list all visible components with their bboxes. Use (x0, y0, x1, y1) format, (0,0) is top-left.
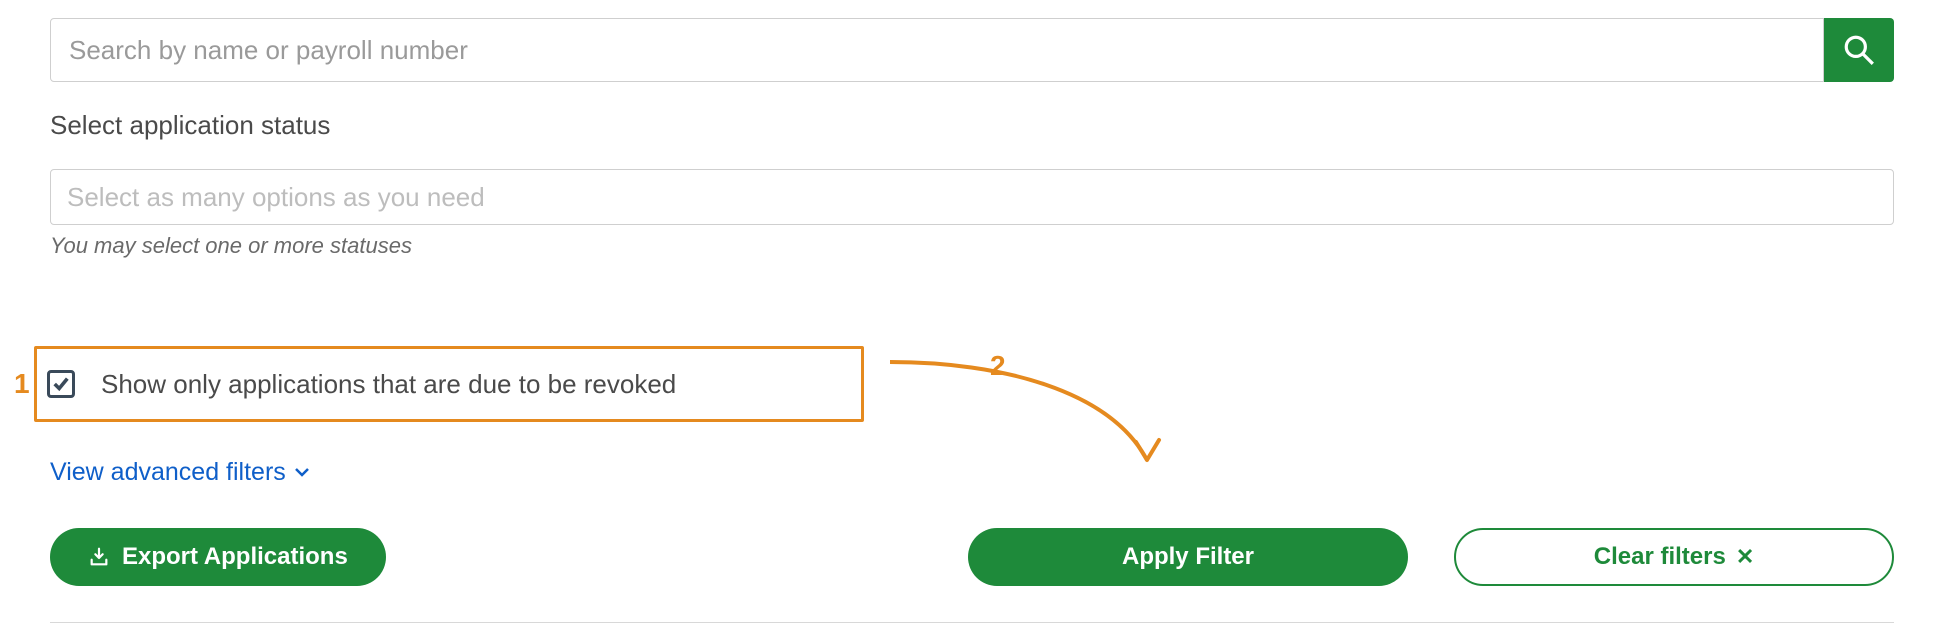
revoked-checkbox-label: Show only applications that are due to b… (101, 369, 676, 400)
export-applications-button[interactable]: Export Applications (50, 528, 386, 586)
annotation-marker-1: 1 (14, 368, 30, 400)
chevron-down-icon (294, 456, 310, 485)
action-button-row: Export Applications Apply Filter Clear f… (50, 528, 1894, 586)
clear-filters-button[interactable]: Clear filters ✕ (1454, 528, 1894, 586)
status-section-label: Select application status (50, 110, 1894, 141)
apply-button-label: Apply Filter (1122, 543, 1254, 571)
divider (50, 622, 1894, 623)
revoked-checkbox[interactable] (47, 370, 75, 398)
view-advanced-filters-link[interactable]: View advanced filters (50, 458, 310, 487)
filter-panel: Select application status Select as many… (0, 18, 1944, 624)
advanced-filters-label: View advanced filters (50, 458, 286, 487)
status-help-text: You may select one or more statuses (50, 233, 1894, 259)
revoked-filter-highlight: Show only applications that are due to b… (34, 346, 864, 422)
search-icon (1842, 33, 1876, 67)
download-icon (88, 546, 110, 568)
check-icon (52, 375, 70, 393)
search-button[interactable] (1824, 18, 1894, 82)
annotation-marker-2: 2 (990, 350, 1006, 382)
annotation-arrow (880, 350, 1180, 490)
search-input[interactable] (50, 18, 1824, 82)
apply-filter-button[interactable]: Apply Filter (968, 528, 1408, 586)
close-icon: ✕ (1736, 544, 1754, 570)
status-multiselect[interactable]: Select as many options as you need (50, 169, 1894, 225)
export-button-label: Export Applications (122, 543, 348, 571)
clear-button-label: Clear filters (1594, 543, 1726, 571)
search-row (50, 18, 1894, 82)
